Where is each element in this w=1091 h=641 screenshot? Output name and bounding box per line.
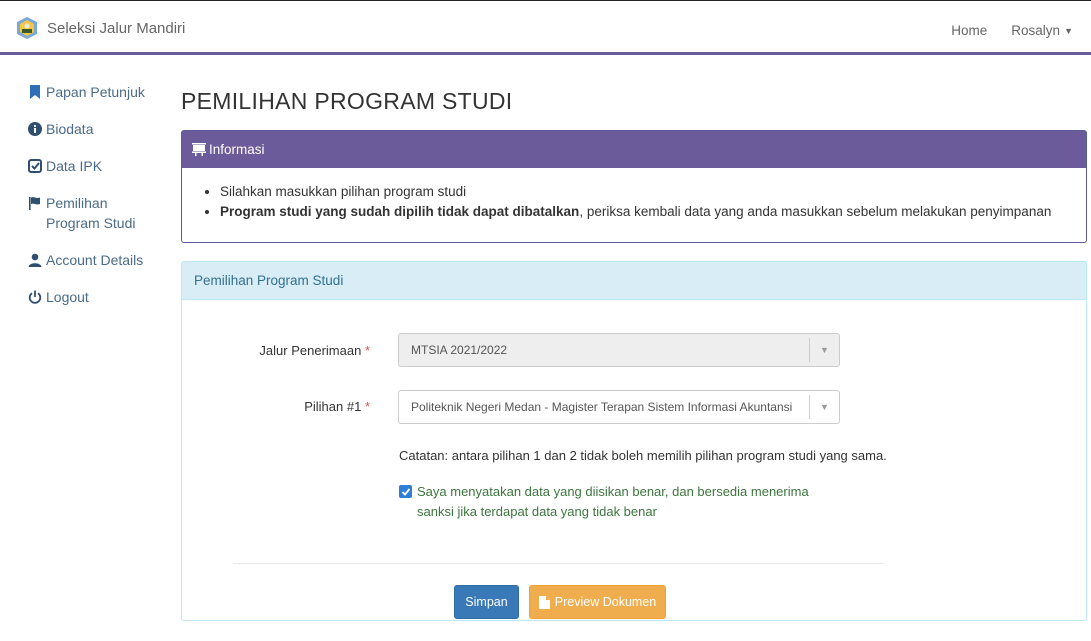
user-icon — [28, 253, 42, 267]
dropdown-arrow-icon: ▼ — [809, 395, 839, 419]
bookmark-icon — [30, 85, 40, 99]
save-button[interactable]: Simpan — [454, 585, 519, 619]
preview-document-button[interactable]: Preview Dokumen — [529, 585, 666, 619]
nav-home-link[interactable]: Home — [951, 23, 987, 38]
info-panel-header: Informasi — [182, 131, 1086, 168]
sidebar-item-label: Account Details — [46, 252, 144, 268]
preview-document-label: Preview Dokumen — [554, 595, 657, 609]
agreement-label[interactable]: Saya menyatakan data yang diisikan benar… — [417, 482, 809, 522]
user-menu[interactable]: Rosalyn ▼ — [1011, 23, 1073, 38]
form-panel-title: Pemilihan Program Studi — [182, 262, 1086, 300]
sidebar-item-label: Logout — [46, 289, 89, 305]
form-divider — [233, 563, 883, 564]
info-item: Program studi yang sudah dipilih tidak d… — [220, 202, 1066, 222]
pilihan-1-label: Pilihan #1 * — [304, 399, 370, 414]
logo-icon — [17, 17, 37, 39]
jalur-penerimaan-label: Jalur Penerimaan * — [259, 343, 370, 358]
sidebar: Papan Petunjuk Biodata Data IPK Pemiliha… — [28, 82, 158, 324]
flag-icon — [29, 197, 40, 210]
info-item: Silahkan masukkan pilihan program studi — [220, 182, 1066, 202]
user-name: Rosalyn — [1011, 23, 1061, 38]
sidebar-item-account-details[interactable]: Account Details — [28, 250, 158, 270]
page-title: PEMILIHAN PROGRAM STUDI — [181, 88, 513, 114]
file-icon — [538, 595, 550, 609]
sidebar-item-label: Biodata — [46, 121, 94, 137]
power-icon — [28, 290, 42, 304]
brand[interactable]: Seleksi Jalur Mandiri — [15, 16, 185, 40]
info-circle-icon — [28, 122, 42, 136]
sidebar-item-label: Pemilihan Program Studi — [46, 195, 136, 231]
dropdown-arrow-icon: ▼ — [809, 338, 839, 362]
brand-title: Seleksi Jalur Mandiri — [47, 19, 186, 37]
check-icon — [401, 487, 410, 496]
check-square-icon — [28, 159, 42, 173]
sidebar-item-pemilihan-program-studi[interactable]: Pemilihan Program Studi — [28, 193, 158, 233]
info-panel: Informasi Silahkan masukkan pilihan prog… — [181, 130, 1087, 243]
top-navbar: Seleksi Jalur Mandiri Home Rosalyn ▼ — [0, 0, 1091, 55]
pilihan-1-value: Politeknik Negeri Medan - Magister Terap… — [411, 400, 793, 414]
sidebar-item-label: Papan Petunjuk — [46, 84, 145, 100]
sidebar-item-label: Data IPK — [46, 158, 103, 174]
sidebar-item-logout[interactable]: Logout — [28, 287, 158, 307]
info-list: Silahkan masukkan pilihan program studi … — [182, 168, 1086, 242]
sidebar-item-data-ipk[interactable]: Data IPK — [28, 156, 158, 176]
pilihan-1-select[interactable]: Politeknik Negeri Medan - Magister Terap… — [398, 390, 840, 424]
agreement-checkbox[interactable] — [399, 485, 412, 498]
jalur-penerimaan-value: MTSIA 2021/2022 — [411, 343, 508, 357]
sidebar-item-papan-petunjuk[interactable]: Papan Petunjuk — [28, 82, 158, 102]
sidebar-item-biodata[interactable]: Biodata — [28, 119, 158, 139]
presentation-icon — [192, 143, 206, 156]
jalur-penerimaan-select[interactable]: MTSIA 2021/2022 ▼ — [398, 333, 840, 367]
selection-note: Catatan: antara pilihan 1 dan 2 tidak bo… — [399, 448, 887, 463]
program-selection-panel: Pemilihan Program Studi — [181, 261, 1087, 621]
caret-down-icon: ▼ — [1064, 26, 1073, 37]
info-panel-title: Informasi — [209, 142, 265, 157]
